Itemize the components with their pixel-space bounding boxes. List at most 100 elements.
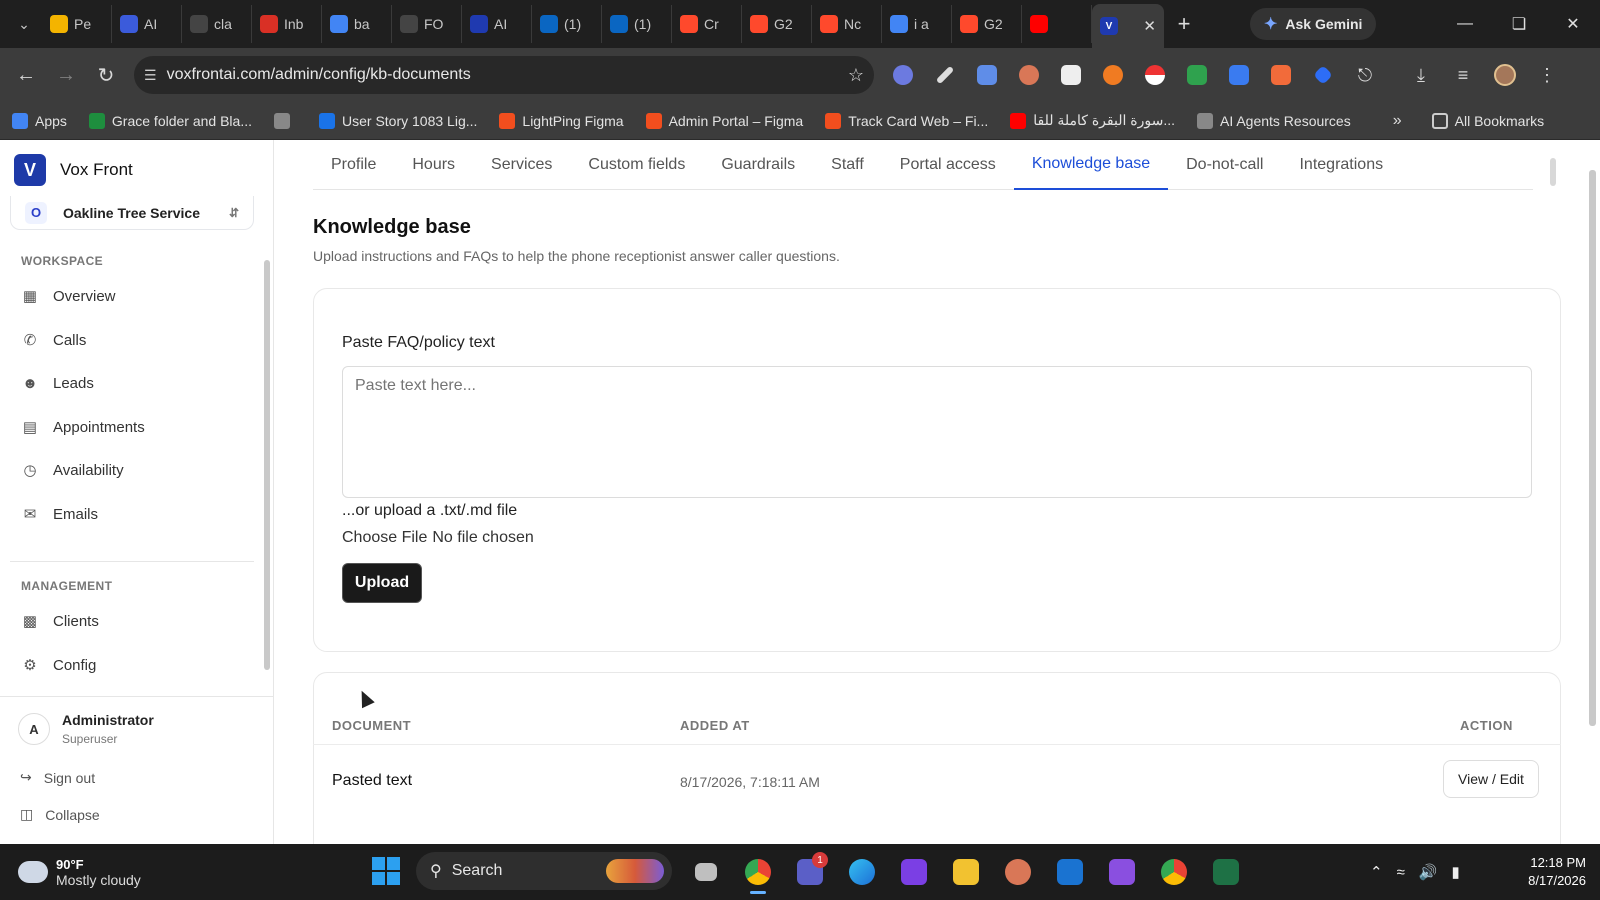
- tab-do-not-call[interactable]: Do-not-call: [1168, 140, 1281, 190]
- user-card[interactable]: A Administrator Superuser: [18, 712, 154, 746]
- all-bookmarks-button[interactable]: All Bookmarks: [1431, 112, 1544, 129]
- bookmark-item[interactable]: User Story 1083 Lig...: [319, 112, 477, 129]
- close-tab-icon[interactable]: ✕: [1143, 17, 1156, 35]
- excel-taskbar-icon[interactable]: [1206, 854, 1246, 890]
- browser-tab[interactable]: G2: [742, 5, 812, 43]
- brand[interactable]: V Vox Front: [14, 154, 133, 186]
- orange-extension-icon[interactable]: [1092, 56, 1134, 94]
- ask-gemini-button[interactable]: ✦ Ask Gemini: [1250, 8, 1377, 40]
- browser-tab[interactable]: cla: [182, 5, 252, 43]
- tab-knowledge-base[interactable]: Knowledge base: [1013, 140, 1169, 190]
- windows-start-button[interactable]: [372, 857, 400, 885]
- collapse-button[interactable]: ◫ Collapse: [20, 806, 100, 823]
- more-menu-icon[interactable]: ⋮: [1526, 65, 1568, 86]
- tab-search-button[interactable]: ⌄: [6, 6, 42, 42]
- task-view-icon[interactable]: [686, 854, 726, 890]
- browser-tab-active[interactable]: V ✕: [1092, 4, 1164, 48]
- chrome-taskbar-icon[interactable]: [738, 854, 778, 894]
- claude-extension-icon[interactable]: [1008, 56, 1050, 94]
- sidebar-item-leads[interactable]: ☻ Leads: [21, 368, 94, 398]
- battery-icon[interactable]: ▮: [1452, 863, 1460, 881]
- sidebar-item-emails[interactable]: ✉ Emails: [21, 499, 98, 529]
- tab-custom-fields[interactable]: Custom fields: [570, 140, 703, 190]
- browser-tab[interactable]: G2: [952, 5, 1022, 43]
- reload-button[interactable]: ↻: [86, 55, 126, 95]
- choose-file-button[interactable]: Choose File: [342, 529, 427, 547]
- pokeball-extension-icon[interactable]: [1134, 56, 1176, 94]
- bookmark-item[interactable]: Track Card Web – Fi...: [825, 112, 988, 129]
- main-scrollbar[interactable]: [1589, 170, 1596, 726]
- browser-tab[interactable]: AI: [112, 5, 182, 43]
- downloads-icon[interactable]: ⤓: [1400, 65, 1442, 86]
- weather-widget[interactable]: 90°F Mostly cloudy: [18, 857, 141, 888]
- sidebar-item-availability[interactable]: ◷ Availability: [21, 455, 123, 485]
- visual-studio-taskbar-icon[interactable]: [1102, 854, 1142, 890]
- view-edit-button[interactable]: View / Edit: [1443, 760, 1539, 798]
- browser-tab[interactable]: i a: [882, 5, 952, 43]
- restore-button[interactable]: ❏: [1492, 0, 1546, 48]
- tab-portal-access[interactable]: Portal access: [882, 140, 1014, 190]
- tab-profile[interactable]: Profile: [313, 140, 394, 190]
- edge-taskbar-icon[interactable]: [842, 854, 882, 890]
- new-tab-button[interactable]: +: [1164, 11, 1204, 37]
- address-bar[interactable]: ☰ voxfrontai.com/admin/config/kb-documen…: [134, 56, 874, 94]
- bookmark-item[interactable]: Admin Portal – Figma: [645, 112, 803, 129]
- browser-tab[interactable]: Inb: [252, 5, 322, 43]
- browser-tab[interactable]: AI: [462, 5, 532, 43]
- bookmark-item[interactable]: Apps: [12, 112, 67, 129]
- sidebar-item-calls[interactable]: ✆ Calls: [21, 325, 87, 355]
- chrome-profile-taskbar-icon[interactable]: [1154, 854, 1194, 890]
- tab-integrations[interactable]: Integrations: [1281, 140, 1401, 190]
- browser-tab[interactable]: [1022, 5, 1092, 43]
- copilot-taskbar-icon[interactable]: [894, 854, 934, 890]
- notion-extension-icon[interactable]: [1050, 56, 1092, 94]
- eyedropper-extension-icon[interactable]: [924, 56, 966, 94]
- bookmark-item[interactable]: Grace folder and Bla...: [88, 112, 252, 129]
- tab-hours[interactable]: Hours: [394, 140, 473, 190]
- browser-tab[interactable]: Pe: [42, 5, 112, 43]
- rss-extension-icon[interactable]: [1260, 56, 1302, 94]
- forward-button[interactable]: →: [46, 55, 86, 95]
- minimize-button[interactable]: —: [1438, 0, 1492, 48]
- sidebar-item-clients[interactable]: ▩ Clients: [21, 606, 99, 636]
- browser-tab[interactable]: FO: [392, 5, 462, 43]
- profile-avatar[interactable]: [1484, 64, 1526, 86]
- sidebar-item-overview[interactable]: ▦ Overview: [21, 281, 116, 311]
- file-input[interactable]: Choose File No file chosen: [342, 529, 534, 547]
- gear-extension-icon[interactable]: [1218, 56, 1260, 94]
- bookmark-item[interactable]: سورة البقرة كاملة للقا...: [1010, 112, 1175, 129]
- tab-guardrails[interactable]: Guardrails: [703, 140, 813, 190]
- reading-list-icon[interactable]: ≡: [1442, 65, 1484, 86]
- bookmark-item[interactable]: LightPing Figma: [499, 112, 624, 129]
- more-bookmarks-icon[interactable]: »: [1393, 112, 1402, 130]
- browser-tab[interactable]: Nc: [812, 5, 882, 43]
- volume-icon[interactable]: 🔊: [1419, 863, 1438, 881]
- sidebar-item-appointments[interactable]: ▤ Appointments: [21, 412, 145, 442]
- site-info-icon[interactable]: ☰: [144, 67, 157, 84]
- file-explorer-taskbar-icon[interactable]: [946, 854, 986, 890]
- screenshot-extension-icon[interactable]: [966, 56, 1008, 94]
- tabs-scrollbar[interactable]: [1550, 158, 1556, 186]
- tab-staff[interactable]: Staff: [813, 140, 882, 190]
- tab-services[interactable]: Services: [473, 140, 570, 190]
- browser-tab[interactable]: (1): [602, 5, 672, 43]
- paste-text-area[interactable]: [342, 366, 1532, 498]
- teams-taskbar-icon[interactable]: 1: [790, 852, 830, 890]
- chevron-up-icon[interactable]: ⌃: [1370, 863, 1383, 881]
- close-window-button[interactable]: ✕: [1546, 0, 1600, 48]
- green-extension-icon[interactable]: [1176, 56, 1218, 94]
- puzzle-extensions-icon[interactable]: ⎋: [1344, 56, 1386, 94]
- outlook-taskbar-icon[interactable]: [1050, 854, 1090, 890]
- back-button[interactable]: ←: [6, 55, 46, 95]
- claude-taskbar-icon[interactable]: [998, 854, 1038, 890]
- extension-icon[interactable]: [882, 56, 924, 94]
- tenant-switcher[interactable]: O Oakline Tree Service ⇵: [10, 196, 254, 230]
- wifi-icon[interactable]: ≈: [1397, 864, 1405, 881]
- clock[interactable]: 12:18 PM 8/17/2026: [1528, 854, 1586, 890]
- tag-extension-icon[interactable]: [1302, 56, 1344, 94]
- bookmark-item[interactable]: [274, 112, 297, 129]
- sidebar-scrollbar[interactable]: [264, 260, 270, 670]
- browser-tab[interactable]: (1): [532, 5, 602, 43]
- sidebar-item-config[interactable]: ⚙ Config: [21, 650, 96, 680]
- browser-tab[interactable]: Cr: [672, 5, 742, 43]
